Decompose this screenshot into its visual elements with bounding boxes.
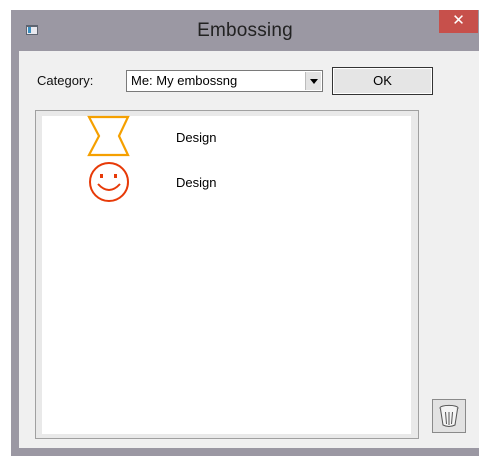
dialog-body: Category: Me: My embossng OK Design Desi… — [19, 51, 479, 448]
embossing-window: Embossing ✕ Category: Me: My embossng OK… — [11, 10, 479, 456]
chevron-down-icon[interactable] — [305, 72, 321, 90]
smiley-emboss-icon — [89, 162, 129, 202]
ok-button[interactable]: OK — [332, 67, 433, 95]
embossing-list-inner: Design Design — [42, 115, 411, 434]
list-item-label: Design — [176, 175, 217, 190]
title-bar[interactable]: Embossing ✕ — [11, 10, 479, 51]
category-label: Category: — [37, 73, 94, 88]
list-item-label: Design — [176, 130, 217, 145]
category-select[interactable]: Me: My embossng — [126, 70, 323, 92]
category-select-value: Me: My embossng — [131, 73, 238, 88]
delete-button[interactable] — [432, 399, 466, 433]
embossing-list[interactable]: Design Design — [35, 110, 419, 439]
list-item[interactable]: Design — [42, 115, 411, 158]
list-item[interactable]: Design — [42, 162, 411, 204]
hourglass-emboss-icon — [87, 115, 130, 157]
trash-icon — [439, 404, 459, 427]
window-title: Embossing — [197, 20, 293, 41]
close-button[interactable]: ✕ — [439, 10, 478, 33]
